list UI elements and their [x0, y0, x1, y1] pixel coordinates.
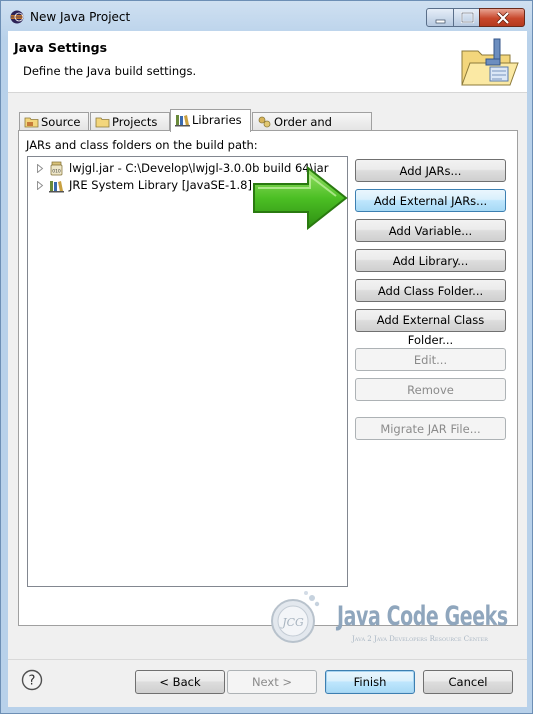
minimize-button[interactable]	[426, 8, 454, 27]
tab-label: Libraries	[192, 113, 242, 127]
back-button[interactable]: < Back	[135, 670, 225, 694]
projects-folder-icon	[95, 117, 110, 128]
remove-button[interactable]: Remove	[355, 378, 506, 401]
add-jars-button[interactable]: Add JARs...	[355, 159, 506, 182]
expand-arrow-icon[interactable]	[36, 164, 44, 173]
libraries-icon	[175, 115, 190, 127]
library-icon	[49, 181, 64, 193]
window-title: New Java Project	[30, 10, 131, 24]
edit-button[interactable]: Edit...	[355, 348, 506, 371]
source-folder-icon	[24, 117, 39, 128]
jcg-logo-text: JCG	[280, 616, 304, 629]
new-java-project-window: New Java Project Java Settings Define th…	[0, 0, 533, 714]
tab-libraries[interactable]: Libraries	[170, 109, 251, 132]
add-class-folder-button[interactable]: Add Class Folder...	[355, 279, 506, 302]
tab-label: Projects	[112, 115, 158, 129]
tab-source[interactable]: Source	[19, 112, 89, 132]
tab-label: Source	[41, 115, 81, 129]
maximize-button[interactable]	[453, 8, 480, 27]
svg-text:010: 010	[52, 169, 61, 175]
tab-order-and-export[interactable]: Order and Export	[252, 112, 372, 148]
watermark-tagline: Java 2 Java Developers Resource Center	[352, 635, 488, 643]
wizard-header: Java Settings Define the Java build sett…	[8, 31, 527, 93]
order-export-icon	[258, 116, 271, 128]
next-button[interactable]: Next >	[227, 670, 317, 694]
build-path-label: JARs and class folders on the build path…	[26, 138, 258, 152]
java-code-geeks-watermark: JCG Java Code Geeks Java 2 Java Develope…	[260, 589, 525, 653]
cancel-button[interactable]: Cancel	[423, 670, 513, 694]
maximize-icon	[460, 11, 475, 24]
tree-item-label: JRE System Library [JavaSE-1.8]	[69, 178, 252, 192]
title-bar[interactable]: New Java Project	[1, 1, 532, 31]
add-external-jars-button[interactable]: Add External JARs...	[355, 189, 506, 212]
java-project-wizard-icon	[461, 38, 519, 86]
minimize-icon	[435, 19, 446, 24]
add-external-class-folder-button[interactable]: Add External Class Folder...	[355, 309, 506, 347]
tab-projects[interactable]: Projects	[90, 112, 170, 132]
close-icon	[496, 11, 510, 25]
dialog-client-area: Java Settings Define the Java build sett…	[8, 31, 527, 707]
eclipse-icon	[10, 10, 24, 24]
footer-separator	[8, 659, 527, 660]
add-variable-button[interactable]: Add Variable...	[355, 219, 506, 242]
page-description: Define the Java build settings.	[23, 64, 197, 78]
jar-icon: 010	[50, 161, 63, 176]
help-icon[interactable]: ?	[21, 669, 43, 691]
migrate-jar-file-button[interactable]: Migrate JAR File...	[355, 417, 506, 440]
svg-text:?: ?	[29, 674, 36, 689]
add-library-button[interactable]: Add Library...	[355, 249, 506, 272]
expand-arrow-icon[interactable]	[36, 181, 44, 190]
watermark-brand: Java Code Geeks	[337, 601, 508, 632]
page-title: Java Settings	[14, 40, 108, 55]
close-button[interactable]	[479, 8, 525, 27]
finish-button[interactable]: Finish	[325, 670, 415, 694]
green-arrow-annotation-icon	[253, 166, 348, 230]
